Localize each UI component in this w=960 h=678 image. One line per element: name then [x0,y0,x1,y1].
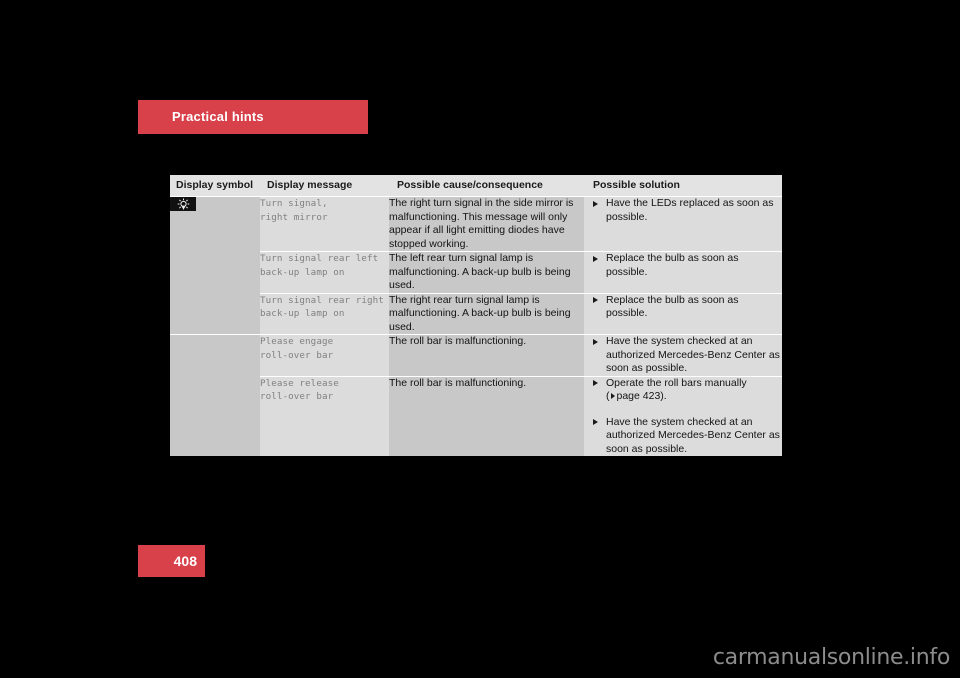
bullet-triangle-icon [593,297,598,303]
bullet-triangle-icon [593,380,598,386]
page-number: 408 [173,553,197,569]
bullet-triangle-icon [593,255,598,262]
solution-list: Have the system checked at an authorized… [584,335,782,376]
site-watermark: carmanualsonline.info [712,645,950,670]
table-row: Turn signal, right mirror The right turn… [170,196,782,252]
column-header-possible-cause: Possible cause/consequence [389,175,584,197]
list-item: Have the system checked at an authorized… [584,335,782,376]
cell-possible-cause: The right rear turn signal lamp is malfu… [389,293,584,335]
table-row: Turn signal rear right back-up lamp on T… [170,293,782,335]
page-cross-reference[interactable]: ( page 423). [606,390,667,402]
list-item: Replace the bulb as soon as possible. [584,294,782,321]
page-ref-suffix: ). [660,390,667,402]
solution-text: Have the LEDs replaced as soon as possib… [606,197,774,223]
table-row: Please release roll-over bar The roll ba… [170,376,782,456]
cell-possible-solution: Have the system checked at an authorized… [584,334,782,377]
bullet-triangle-icon [593,200,598,207]
cell-possible-solution: Operate the roll bars manually ( page 423… [584,376,782,456]
cell-display-symbol [170,334,260,376]
solution-list: Operate the roll bars manually ( page 423… [584,377,782,457]
page-number-tab: 408 [138,545,205,577]
solution-list: Have the LEDs replaced as soon as possib… [584,197,782,224]
display-messages-table: Display symbol Display message Possible … [170,175,782,456]
cell-display-message: Please release roll-over bar [260,376,389,456]
cell-display-symbol [170,196,260,252]
column-header-display-message: Display message [260,175,389,197]
cell-possible-solution: Replace the bulb as soon as possible. [584,251,782,294]
cell-display-symbol [170,376,260,456]
solution-list: Replace the bulb as soon as possible. [584,294,782,321]
bullet-triangle-icon [593,419,598,425]
solution-list: Replace the bulb as soon as possible. [584,252,782,279]
list-item: Have the system checked at an authorized… [584,416,782,457]
cell-display-message: Turn signal rear right back-up lamp on [260,293,389,335]
cell-possible-cause: The right turn signal in the side mirror… [389,196,584,252]
cell-possible-solution: Have the LEDs replaced as soon as possib… [584,196,782,252]
cell-display-symbol [170,293,260,335]
bulb-failure-icon [170,197,196,211]
cell-possible-solution: Replace the bulb as soon as possible. [584,293,782,335]
cell-display-message: Please engage roll-over bar [260,334,389,377]
page-ref-prefix: ( [606,390,610,402]
cell-display-message: Turn signal rear left back-up lamp on [260,251,389,294]
list-item: Replace the bulb as soon as possible. [584,252,782,279]
solution-text: Replace the bulb as soon as possible. [606,293,739,320]
cell-display-symbol [170,251,260,293]
list-item: Operate the roll bars manually ( page 423… [584,377,782,404]
cell-display-message: Turn signal, right mirror [260,196,389,252]
table-row: Turn signal rear left back-up lamp on Th… [170,251,782,294]
solution-text: Have the system checked at an authorized… [606,335,780,374]
cell-possible-cause: The roll bar is malfunctioning. [389,334,584,377]
bullet-triangle-icon [593,338,598,345]
section-title: Practical hints [172,109,264,124]
solution-text: Have the system checked at an authorized… [606,415,780,455]
table-row: Please engage roll-over bar The roll bar… [170,334,782,377]
solution-text: Operate the roll bars manually [606,376,747,389]
page-ref-label: page 423 [616,390,661,402]
page-ref-triangle-icon [610,393,615,399]
cell-possible-cause: The roll bar is malfunctioning. [389,376,584,456]
cell-possible-cause: The left rear turn signal lamp is malfun… [389,251,584,294]
section-banner: Practical hints [138,100,368,134]
solution-text: Replace the bulb as soon as possible. [606,252,739,278]
table-body: Turn signal, right mirror The right turn… [170,196,782,456]
column-header-display-symbol: Display symbol [170,175,260,197]
table-header-row: Display symbol Display message Possible … [170,175,782,197]
list-item: Have the LEDs replaced as soon as possib… [584,197,782,224]
column-header-possible-solution: Possible solution [584,175,782,197]
